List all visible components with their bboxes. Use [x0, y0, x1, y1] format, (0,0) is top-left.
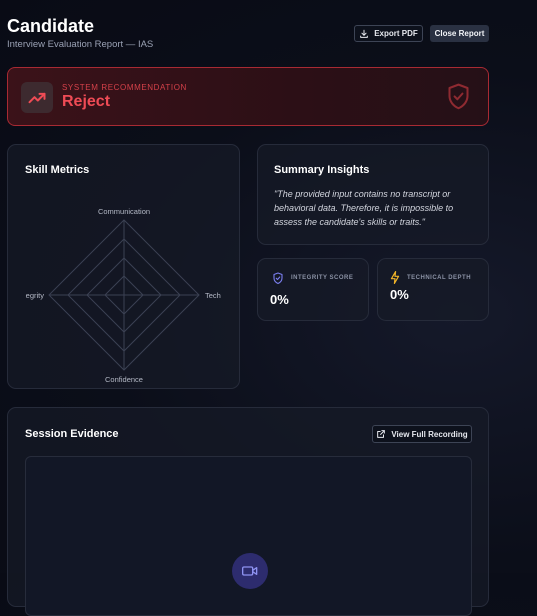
session-evidence-card: Session Evidence View Full Recording — [7, 407, 489, 616]
axis-label-integrity: egrity — [26, 291, 45, 300]
shield-check-icon — [273, 272, 283, 285]
technical-depth-card: TECHNICAL DEPTH 0% — [377, 258, 489, 321]
video-camera-icon — [242, 566, 258, 576]
axis-label-communication: Communication — [98, 207, 150, 216]
page-title: Candidate — [7, 16, 95, 36]
close-report-button[interactable]: Close Report — [430, 25, 489, 42]
integrity-score-label: INTEGRITY SCORE — [291, 275, 354, 281]
technical-depth-label: TECHNICAL DEPTH — [407, 275, 472, 281]
session-evidence-title: Session Evidence — [25, 428, 119, 440]
close-report-label: Close Report — [434, 29, 485, 38]
skill-radar-chart: Communication Tech Confidence egrity — [26, 207, 221, 384]
summary-insights-text: "The provided input contains no transcri… — [274, 189, 454, 227]
session-video-player[interactable] — [25, 456, 472, 616]
technical-depth-value: 0% — [390, 287, 409, 302]
recommendation-label: SYSTEM RECOMMENDATION — [62, 83, 187, 92]
shield-check-icon — [448, 83, 469, 110]
trend-icon-box — [21, 82, 53, 113]
recommendation-banner: SYSTEM RECOMMENDATION Reject — [7, 67, 489, 126]
download-icon — [360, 29, 369, 38]
trending-up-icon — [28, 92, 46, 103]
skill-metrics-card: Skill Metrics Communication Tech Confide… — [7, 144, 240, 389]
page-subtitle: Interview Evaluation Report — IAS — [7, 39, 154, 50]
view-full-recording-button[interactable]: View Full Recording — [372, 425, 472, 443]
export-pdf-label: Export PDF — [374, 29, 418, 38]
summary-insights-title: Summary Insights — [274, 164, 370, 176]
view-full-recording-label: View Full Recording — [391, 429, 468, 439]
recommendation-value: Reject — [62, 93, 111, 110]
summary-insights-card: Summary Insights "The provided input con… — [257, 144, 489, 245]
integrity-score-value: 0% — [270, 292, 289, 307]
axis-label-tech: Tech — [205, 291, 221, 300]
external-link-icon — [377, 430, 386, 438]
video-play-button[interactable] — [232, 553, 268, 589]
export-pdf-button[interactable]: Export PDF — [354, 25, 423, 42]
axis-label-confidence: Confidence — [105, 375, 143, 384]
integrity-score-card: INTEGRITY SCORE 0% — [257, 258, 369, 321]
lightning-icon — [390, 271, 400, 284]
